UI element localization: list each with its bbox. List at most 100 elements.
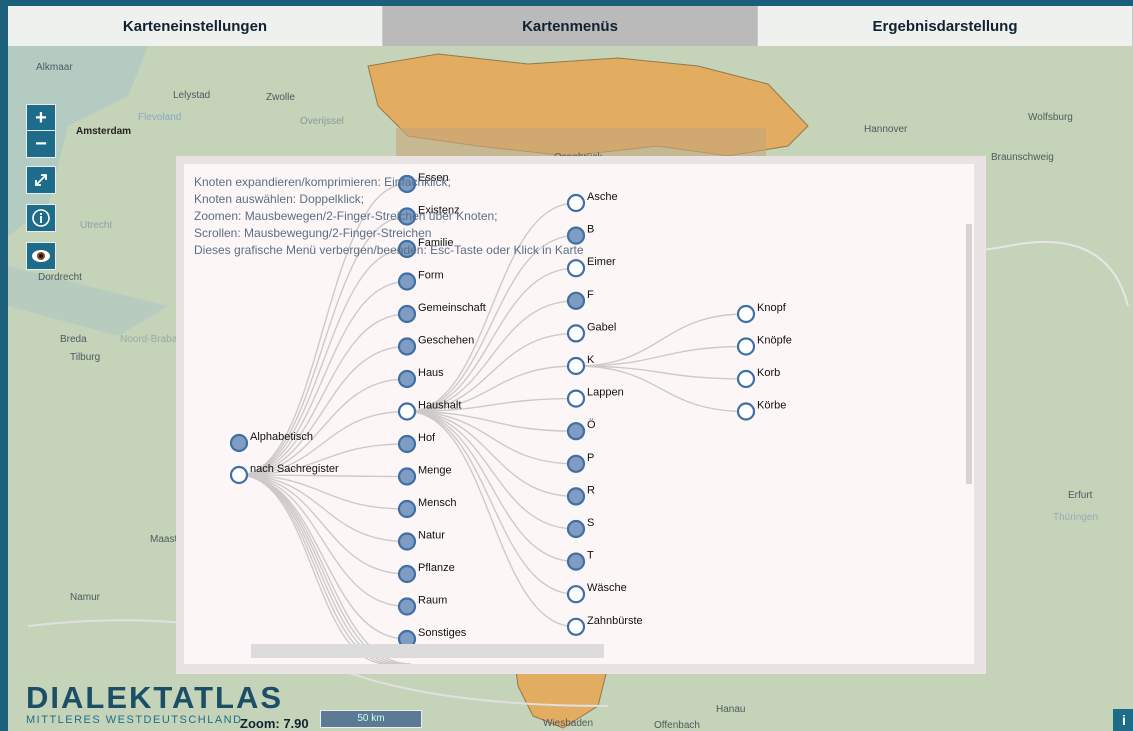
- tree-node[interactable]: Hof: [397, 432, 436, 454]
- tree-link: [406, 234, 577, 413]
- expand-arrows-icon: [35, 174, 47, 186]
- tree-node-label: Mensch: [418, 497, 457, 509]
- tree-node-circle[interactable]: [397, 532, 417, 551]
- tree-node[interactable]: Raum: [397, 595, 447, 616]
- tree-node[interactable]: Menge: [397, 465, 452, 486]
- tree-node-circle[interactable]: [397, 402, 417, 421]
- tree-node-label: S: [587, 517, 594, 529]
- tree-node[interactable]: Zahnbürste: [566, 615, 643, 636]
- tab-ergebnisdarstellung[interactable]: Ergebnisdarstellung: [758, 6, 1133, 46]
- tree-node-circle[interactable]: [397, 337, 417, 356]
- tree-node[interactable]: Korb: [736, 367, 780, 389]
- tree-node-circle[interactable]: [566, 552, 586, 571]
- tree-node-circle[interactable]: [397, 499, 417, 519]
- tree-node-circle[interactable]: [736, 369, 756, 389]
- tree-node[interactable]: T: [566, 550, 594, 571]
- help-line: Knoten auswählen: Doppelklick;: [194, 192, 365, 206]
- tree-node-label: Zahnbürste: [587, 615, 643, 627]
- tree-link: [238, 345, 408, 476]
- vertical-scrollbar[interactable]: [966, 224, 972, 484]
- tree-node[interactable]: Knöpfe: [736, 335, 792, 356]
- tree-node-label: T: [587, 550, 594, 562]
- tree-link: [406, 410, 577, 498]
- tree-canvas[interactable]: Alphabetisch nach Sachregister Essen Existe…: [184, 164, 974, 664]
- tree-node-label: Hof: [418, 432, 436, 444]
- tree-node-label: Gemeinschaft: [418, 302, 486, 314]
- tree-node[interactable]: Eimer: [566, 256, 616, 278]
- info-button[interactable]: i: [1113, 709, 1133, 731]
- zoom-in-button[interactable]: +: [26, 104, 56, 132]
- tree-node-circle[interactable]: [566, 324, 586, 343]
- tree-node-label: Knöpfe: [757, 335, 792, 347]
- tree-node[interactable]: Lappen: [566, 387, 624, 408]
- place-label: Lelystad: [173, 90, 211, 101]
- tree-node-circle[interactable]: [566, 356, 586, 376]
- tree-node[interactable]: Knopf: [736, 302, 787, 324]
- tree-node[interactable]: Mensch: [397, 497, 457, 519]
- tree-node[interactable]: Haus: [397, 367, 444, 389]
- tree-node[interactable]: F: [566, 289, 594, 310]
- place-label: Dordrecht: [38, 272, 82, 283]
- tree-node-circle[interactable]: [736, 402, 756, 421]
- place-label: Braunschweig: [991, 152, 1054, 163]
- tree-node[interactable]: Körbe: [736, 400, 786, 421]
- tree-node[interactable]: R: [566, 484, 595, 506]
- visibility-toggle-button[interactable]: [26, 242, 56, 270]
- tree-node-circle[interactable]: [397, 434, 417, 454]
- fullscreen-button[interactable]: [26, 166, 56, 194]
- tree-node-circle[interactable]: [566, 422, 586, 441]
- tree-node-circle[interactable]: [397, 272, 417, 291]
- tree-node-circle[interactable]: [566, 291, 586, 310]
- tree-node-circle[interactable]: [397, 564, 417, 584]
- tab-bar: Karteneinstellungen Kartenmenüs Ergebnis…: [8, 6, 1133, 46]
- tab-karteneinstellungen[interactable]: Karteneinstellungen: [8, 6, 383, 46]
- tree-node-label: R: [587, 484, 595, 496]
- help-line: Dieses grafische Menü verbergen/beenden:…: [194, 243, 584, 257]
- tree-node-label: Sonstiges: [418, 627, 467, 639]
- tree-node-label: Raum: [418, 595, 447, 607]
- tree-node-circle[interactable]: [736, 304, 756, 324]
- tree-link: [238, 474, 408, 640]
- tree-node-circle[interactable]: [397, 467, 417, 486]
- tree-node-circle[interactable]: [397, 304, 417, 324]
- tree-node[interactable]: Gabel: [566, 321, 616, 343]
- eye-icon: [32, 250, 50, 262]
- tree-node[interactable]: Gemeinschaft: [397, 302, 486, 324]
- tree-node[interactable]: Alphabetisch: [229, 431, 313, 453]
- tree-node-label: nach Sachregister: [250, 463, 339, 475]
- tree-node-circle[interactable]: [397, 597, 417, 616]
- tree-node-circle[interactable]: [566, 454, 586, 473]
- place-label: Namur: [70, 592, 101, 603]
- tree-link: [238, 474, 408, 575]
- tab-kartenmenus[interactable]: Kartenmenüs: [383, 6, 758, 46]
- tree-node-circle[interactable]: [566, 519, 586, 539]
- tree-node-circle[interactable]: [397, 369, 417, 389]
- tree-node-circle[interactable]: [736, 337, 756, 356]
- graphic-menu-panel: Alphabetisch nach Sachregister Essen Existe…: [176, 156, 986, 674]
- horizontal-scrollbar[interactable]: [251, 644, 604, 658]
- tree-node-circle[interactable]: [566, 389, 586, 408]
- tree-node[interactable]: Form: [397, 270, 444, 291]
- place-label: Hannover: [864, 124, 908, 135]
- tree-node-circle[interactable]: [566, 617, 586, 636]
- tree-node[interactable]: S: [566, 517, 594, 539]
- tree-node-circle[interactable]: [229, 465, 249, 485]
- tree-node-circle[interactable]: [229, 433, 249, 453]
- info-toggle-button[interactable]: [26, 204, 56, 232]
- tree-node-circle[interactable]: [566, 487, 586, 506]
- tree-node[interactable]: Natur: [397, 530, 445, 551]
- place-label: Wolfsburg: [1028, 112, 1073, 123]
- tree-node-circle[interactable]: [566, 259, 586, 278]
- tree-node[interactable]: P: [566, 452, 594, 473]
- tree-node-label: F: [587, 289, 594, 301]
- place-label: Thüringen: [1053, 512, 1099, 523]
- tree-node[interactable]: Ö: [566, 419, 596, 441]
- tree-node[interactable]: Wäsche: [566, 582, 627, 604]
- zoom-out-button[interactable]: −: [26, 130, 56, 158]
- tree-node[interactable]: Pflanze: [397, 562, 455, 584]
- tree-node-circle[interactable]: [566, 585, 586, 604]
- tree-node[interactable]: K: [566, 354, 595, 376]
- place-label: Wiesbaden: [543, 718, 594, 729]
- tree-node-label: Form: [418, 270, 444, 282]
- tree-node[interactable]: Geschehen: [397, 335, 474, 356]
